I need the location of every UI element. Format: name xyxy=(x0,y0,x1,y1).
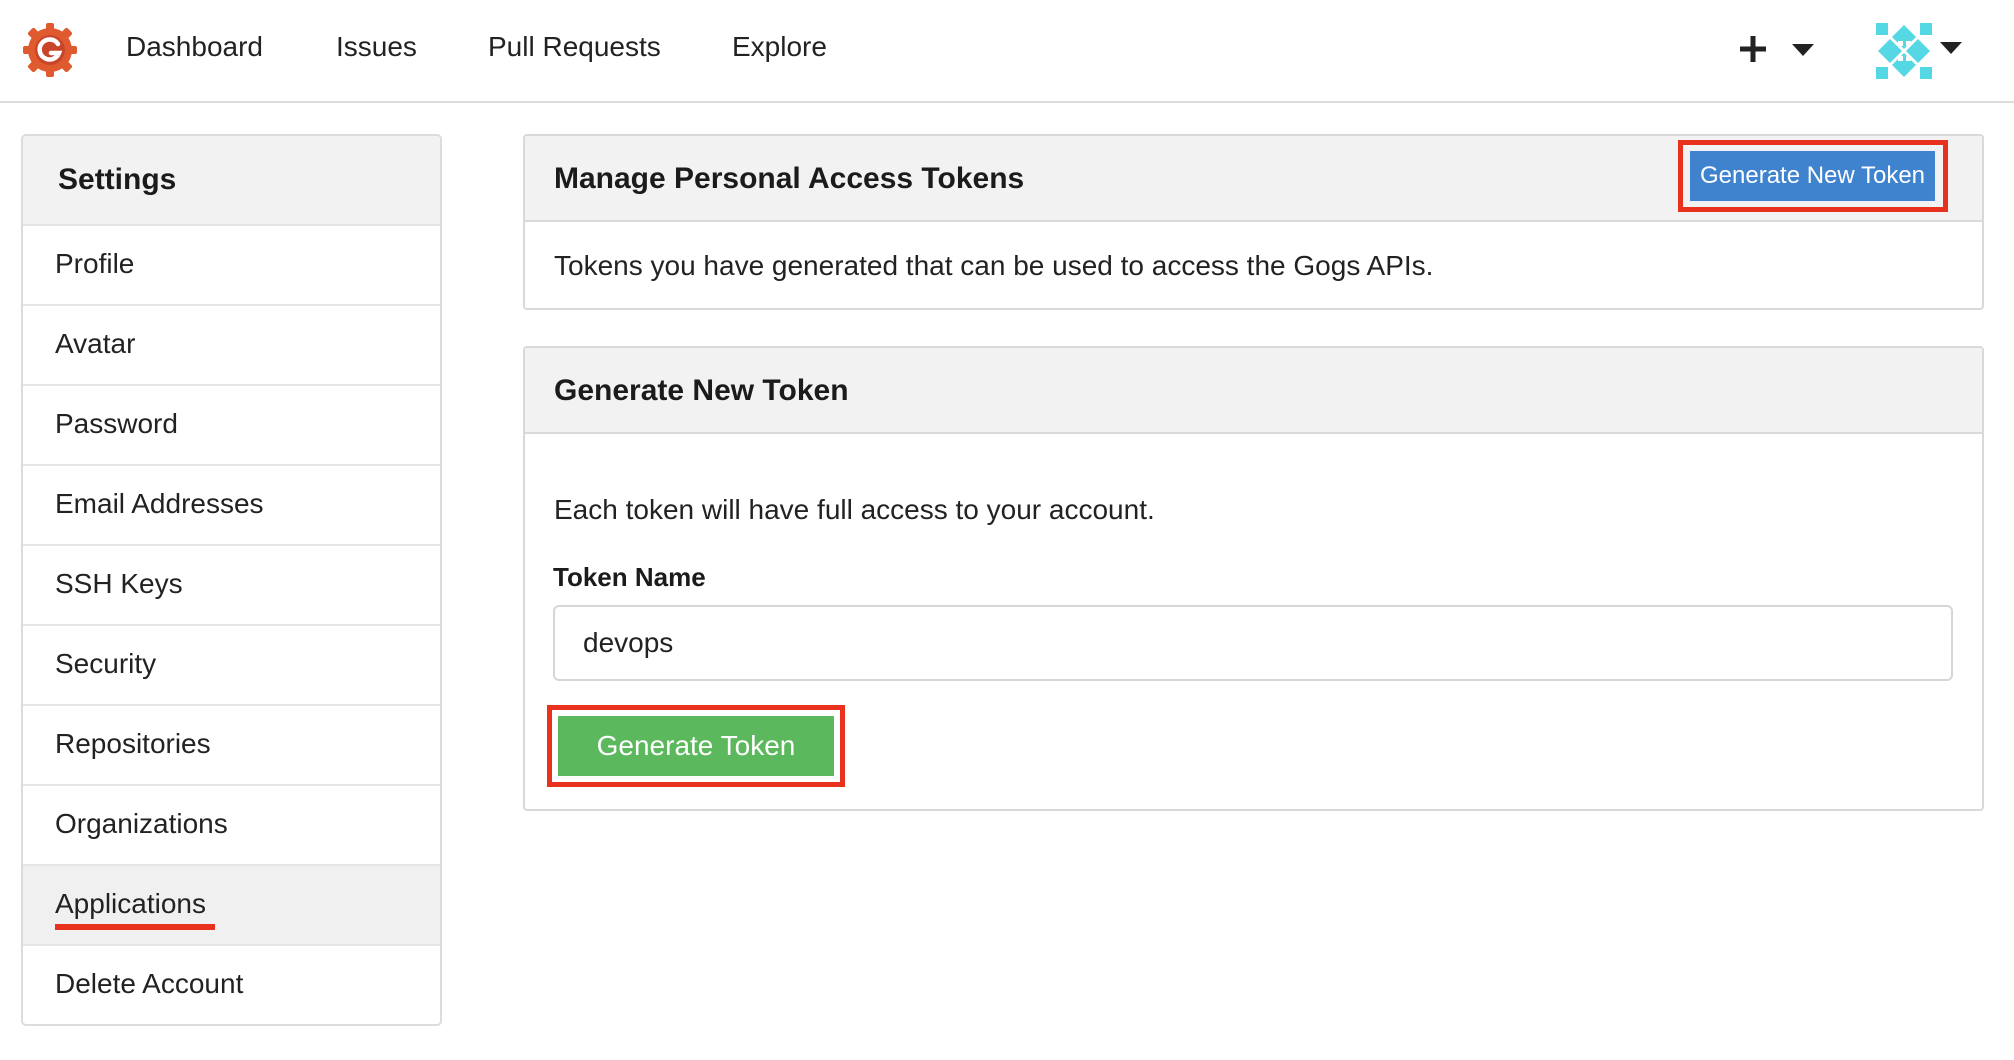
generate-token-header: Generate New Token xyxy=(525,348,1982,434)
sidebar-item-applications[interactable]: Applications xyxy=(23,866,440,946)
user-menu-chevron-down-icon[interactable] xyxy=(1940,42,1962,54)
create-menu-chevron-down-icon[interactable] xyxy=(1792,44,1814,56)
top-navbar: Dashboard Issues Pull Requests Explore xyxy=(0,0,2014,103)
manage-tokens-description: Tokens you have generated that can be us… xyxy=(554,250,1434,281)
sidebar-item-security[interactable]: Security xyxy=(23,626,440,706)
sidebar-item-email-addresses[interactable]: Email Addresses xyxy=(23,466,440,546)
generate-token-description: Each token will have full access to your… xyxy=(554,494,1155,525)
sidebar-item-repositories[interactable]: Repositories xyxy=(23,706,440,786)
sidebar-item-delete-account[interactable]: Delete Account xyxy=(23,946,440,1024)
sidebar-item-label: Applications xyxy=(55,888,206,919)
nav-explore[interactable]: Explore xyxy=(732,31,827,63)
sidebar-item-profile[interactable]: Profile xyxy=(23,226,440,306)
gogs-logo-icon[interactable] xyxy=(22,22,78,78)
settings-sidebar: Settings Profile Avatar Password Email A… xyxy=(21,134,442,1026)
sidebar-item-avatar[interactable]: Avatar xyxy=(23,306,440,386)
avatar-icon[interactable] xyxy=(1876,23,1932,79)
token-name-input[interactable] xyxy=(553,605,1953,681)
generate-new-token-button[interactable]: Generate New Token xyxy=(1690,151,1935,201)
sidebar-item-organizations[interactable]: Organizations xyxy=(23,786,440,866)
generate-token-title: Generate New Token xyxy=(554,374,849,407)
manage-tokens-title: Manage Personal Access Tokens xyxy=(554,162,1025,195)
active-underline-highlight xyxy=(55,924,215,930)
nav-issues[interactable]: Issues xyxy=(336,31,417,63)
sidebar-title: Settings xyxy=(23,136,440,226)
token-name-label: Token Name xyxy=(553,562,706,592)
plus-icon[interactable] xyxy=(1738,34,1768,64)
sidebar-item-ssh-keys[interactable]: SSH Keys xyxy=(23,546,440,626)
nav-dashboard[interactable]: Dashboard xyxy=(126,31,263,63)
sidebar-item-password[interactable]: Password xyxy=(23,386,440,466)
nav-pull-requests[interactable]: Pull Requests xyxy=(488,31,661,63)
generate-token-button[interactable]: Generate Token xyxy=(558,716,834,776)
